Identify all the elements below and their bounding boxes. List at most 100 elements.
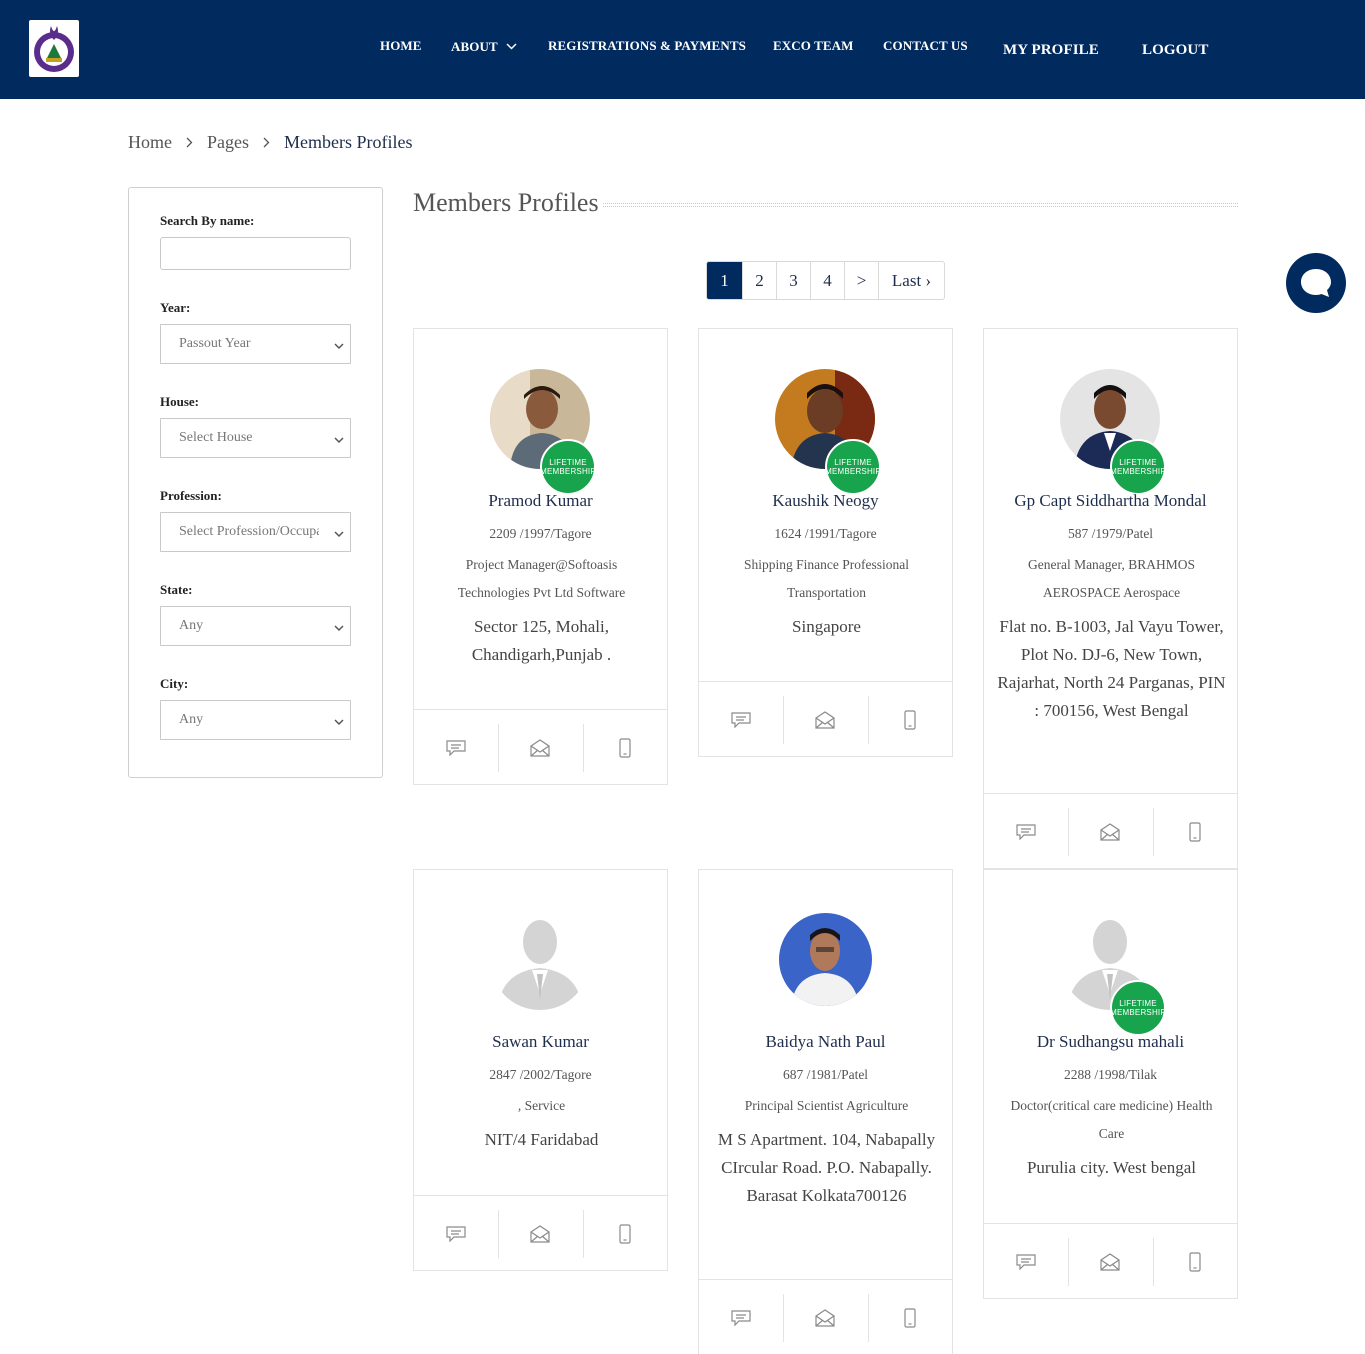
badge-line-1: LIFETIME (1119, 458, 1157, 467)
search-name-input[interactable] (160, 237, 351, 270)
member-address: Sector 125, Mohali, Chandigarh,Punjab . (471, 617, 612, 664)
message-button[interactable] (984, 794, 1068, 869)
member-actions (699, 1279, 952, 1354)
member-card: Sawan Kumar 2847 /2002/Tagore , Service … (413, 869, 668, 1271)
member-meta: 2209 /1997/Tagore (489, 526, 592, 541)
badge-line-1: LIFETIME (834, 458, 872, 467)
page-4-button[interactable]: 4 (810, 262, 844, 299)
member-card: LIFETIME MEMBERSHIP Pramod Kumar 2209 /19… (413, 328, 668, 785)
envelope-open-icon (815, 710, 836, 729)
envelope-open-icon (530, 738, 551, 757)
year-select-value: Passout Year (179, 336, 251, 351)
member-profession: Principal Scientist Agriculture (744, 1098, 909, 1113)
profession-select-value: Select Profession/Occupation (179, 524, 319, 539)
nav-exco-team[interactable]: EXCO TEAM (773, 38, 853, 54)
mobile-phone-icon (1189, 1251, 1201, 1272)
breadcrumb-home[interactable]: Home (128, 132, 172, 153)
page-1-button[interactable]: 1 (707, 262, 742, 299)
title-divider (603, 203, 1238, 207)
city-select[interactable]: Any (160, 700, 351, 740)
member-address: Purulia city. West bengal (1026, 1158, 1197, 1177)
chevron-down-icon (334, 715, 344, 731)
phone-button[interactable] (1152, 794, 1237, 869)
state-select-value: Any (179, 618, 204, 633)
message-button[interactable] (699, 682, 783, 757)
member-name[interactable]: Sawan Kumar (414, 1032, 667, 1052)
envelope-open-icon (815, 1308, 836, 1327)
state-select[interactable]: Any (160, 606, 351, 646)
chat-bubble-icon (1301, 269, 1331, 297)
badge-line-2: MEMBERSHIP (825, 467, 881, 476)
envelope-open-icon (1100, 822, 1121, 841)
member-actions (414, 709, 667, 785)
profession-label: Profession: (160, 488, 222, 503)
phone-button[interactable] (582, 1196, 667, 1271)
message-icon (446, 1225, 466, 1242)
member-name[interactable]: Pramod Kumar (414, 491, 667, 511)
house-label: House: (160, 394, 199, 409)
member-name[interactable]: Gp Capt Siddhartha Mondal (984, 491, 1237, 511)
email-button[interactable] (1068, 794, 1152, 869)
nav-my-profile[interactable]: MY PROFILE (1003, 42, 1099, 59)
default-avatar-icon[interactable] (490, 910, 590, 1010)
member-name[interactable]: Kaushik Neogy (699, 491, 952, 511)
badge-line-2: MEMBERSHIP (540, 467, 596, 476)
breadcrumb: Home Pages Members Profiles (128, 132, 412, 153)
message-button[interactable] (984, 1224, 1068, 1299)
chevron-down-icon (334, 339, 344, 355)
email-button[interactable] (498, 710, 582, 785)
page-title: Members Profiles (413, 188, 599, 217)
chevron-down-icon (334, 433, 344, 449)
profession-select[interactable]: Select Profession/Occupation (160, 512, 351, 552)
message-icon (1016, 1253, 1036, 1270)
year-label: Year: (160, 300, 191, 315)
member-card: LIFETIME MEMBERSHIP Dr Sudhangsu mahali 2… (983, 869, 1238, 1299)
last-page-button[interactable]: Last › (878, 262, 944, 299)
year-select[interactable]: Passout Year (160, 324, 351, 364)
envelope-open-icon (530, 1224, 551, 1243)
page-3-button[interactable]: 3 (776, 262, 810, 299)
member-address: Flat no. B-1003, Jal Vayu Tower, Plot No… (997, 617, 1226, 720)
mobile-phone-icon (904, 1307, 916, 1328)
member-photo[interactable] (779, 913, 872, 1006)
nav-contact-us[interactable]: CONTACT US (883, 38, 968, 54)
member-actions (984, 793, 1237, 869)
email-button[interactable] (783, 1280, 867, 1354)
lifetime-membership-badge: LIFETIME MEMBERSHIP (1110, 439, 1166, 495)
nav-home[interactable]: HOME (380, 38, 422, 54)
member-meta: 2847 /2002/Tagore (489, 1067, 592, 1082)
email-button[interactable] (1068, 1224, 1152, 1299)
mobile-phone-icon (619, 737, 631, 758)
email-button[interactable] (498, 1196, 582, 1271)
message-button[interactable] (414, 710, 498, 785)
next-page-button[interactable]: > (844, 262, 878, 299)
message-icon (1016, 823, 1036, 840)
message-icon (731, 711, 751, 728)
filter-panel: Search By name: Year: Passout Year House… (128, 187, 383, 778)
member-address: Singapore (792, 617, 861, 636)
phone-button[interactable] (867, 1280, 952, 1354)
member-actions (984, 1223, 1237, 1299)
message-button[interactable] (699, 1280, 783, 1354)
breadcrumb-pages[interactable]: Pages (207, 132, 249, 153)
phone-button[interactable] (582, 710, 667, 785)
member-name[interactable]: Dr Sudhangsu mahali (984, 1032, 1237, 1052)
envelope-open-icon (1100, 1252, 1121, 1271)
nav-registrations-payments[interactable]: REGISTRATIONS & PAYMENTS (548, 38, 746, 54)
chat-button[interactable] (1286, 253, 1346, 313)
nav-about[interactable]: ABOUT (451, 38, 517, 55)
state-label: State: (160, 582, 193, 597)
page-2-button[interactable]: 2 (742, 262, 776, 299)
phone-button[interactable] (1152, 1224, 1237, 1299)
house-select[interactable]: Select House (160, 418, 351, 458)
site-logo[interactable] (29, 20, 79, 77)
email-button[interactable] (783, 682, 867, 757)
chevron-right-icon (263, 132, 270, 153)
message-button[interactable] (414, 1196, 498, 1271)
member-profession: , Service (517, 1098, 566, 1113)
city-select-value: Any (179, 712, 204, 727)
member-name[interactable]: Baidya Nath Paul (699, 1032, 952, 1052)
nav-logout[interactable]: LOGOUT (1142, 42, 1208, 59)
mobile-phone-icon (904, 709, 916, 730)
phone-button[interactable] (867, 682, 952, 757)
